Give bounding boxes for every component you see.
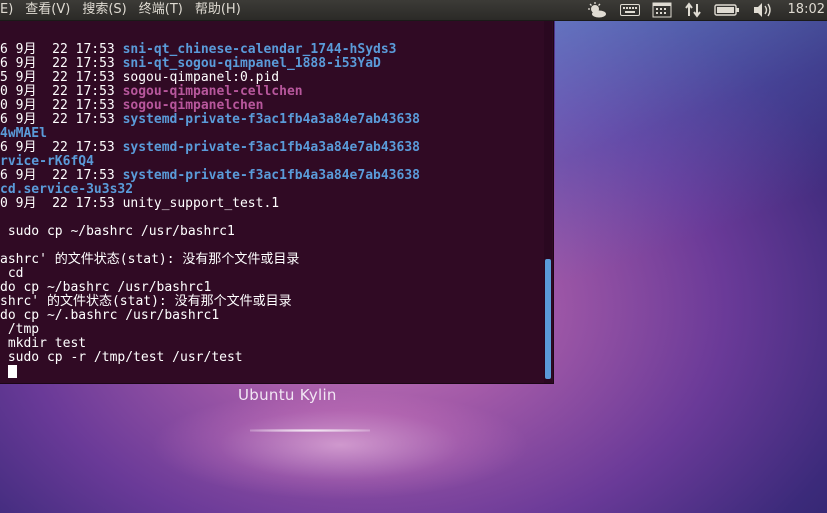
terminal-text: 6 9月 22 17:53: [0, 140, 123, 155]
battery-icon[interactable]: [713, 3, 740, 17]
terminal-line: 0 9月 22 17:53 unity_support_test.1: [0, 197, 542, 211]
terminal-line: do cp ~/.bashrc /usr/bashrc1: [0, 309, 542, 323]
terminal-text: 5 9月 22 17:53 sogou-qimpanel:0.pid: [0, 70, 280, 85]
terminal-line: 0 9月 22 17:53 sogou-qimpanelchen: [0, 99, 542, 113]
volume-icon[interactable]: [752, 2, 774, 18]
terminal-text: sogou-qimpanelchen: [122, 98, 264, 113]
terminal-text: sogou-qimpanel-cellchen: [122, 84, 303, 99]
distro-label: Ubuntu Kylin: [238, 386, 337, 404]
terminal-text: 6 9月 22 17:53: [0, 168, 123, 183]
calendar-icon[interactable]: [652, 2, 672, 18]
terminal-line: ashrc' 的文件状态(stat): 没有那个文件或目录: [0, 253, 542, 267]
terminal-text: systemd-private-f3ac1fb4a3a84e7ab43638: [122, 112, 420, 127]
terminal-text: sni-qt_chinese-calendar_1744-hSyds3: [122, 42, 397, 57]
terminal-line: mkdir test: [0, 337, 542, 351]
wallpaper-highlight-line: [250, 429, 370, 432]
wallpaper-glow: [150, 390, 530, 500]
terminal-text: /tmp: [0, 322, 40, 337]
terminal-line: /tmp: [0, 323, 542, 337]
terminal-text: 0 9月 22 17:53 unity_support_test.1: [0, 196, 280, 211]
top-panel: E) 查看(V) 搜索(S) 终端(T) 帮助(H) 18:02: [0, 0, 827, 21]
indicator-area: 18:02: [580, 0, 827, 20]
terminal-text: systemd-private-f3ac1fb4a3a84e7ab43638: [122, 140, 420, 155]
terminal-cursor: [8, 365, 17, 378]
terminal-text: 6 9月 22 17:53: [0, 42, 123, 57]
terminal-text: rvice-rK6fQ4: [0, 154, 94, 169]
menu-edit[interactable]: E): [0, 0, 19, 20]
clock[interactable]: 18:02: [788, 0, 825, 20]
keyboard-icon[interactable]: [619, 3, 640, 17]
terminal-line: 6 9月 22 17:53 systemd-private-f3ac1fb4a3…: [0, 169, 542, 183]
network-icon[interactable]: [684, 2, 702, 18]
terminal-text: sni-qt_sogou-qimpanel_1888-i53YaD: [122, 56, 381, 71]
weather-icon[interactable]: [586, 2, 608, 18]
terminal-output[interactable]: 6 9月 22 17:53 sni-qt_chinese-calendar_17…: [0, 43, 542, 379]
terminal-line: 4wMAEl: [0, 127, 542, 141]
terminal-text: 4wMAEl: [0, 126, 47, 141]
terminal-text: cd.service-3u3s32: [0, 182, 134, 197]
terminal-text: 0 9月 22 17:53: [0, 84, 123, 99]
menu-terminal[interactable]: 终端(T): [139, 0, 189, 20]
terminal-text: 6 9月 22 17:53: [0, 56, 123, 71]
terminal-line: sudo cp -r /tmp/test /usr/test: [0, 351, 542, 365]
terminal-line: rvice-rK6fQ4: [0, 155, 542, 169]
terminal-text: shrc' 的文件状态(stat): 没有那个文件或目录: [0, 294, 292, 309]
terminal-line: 5 9月 22 17:53 sogou-qimpanel:0.pid: [0, 71, 542, 85]
menu-view[interactable]: 查看(V): [25, 0, 76, 20]
terminal-text: 6 9月 22 17:53: [0, 112, 123, 127]
terminal-window[interactable]: 6 9月 22 17:53 sni-qt_chinese-calendar_17…: [0, 21, 554, 384]
menu-help[interactable]: 帮助(H): [195, 0, 247, 20]
terminal-prompt-line[interactable]: [0, 365, 542, 379]
terminal-text: 0 9月 22 17:53: [0, 98, 123, 113]
terminal-scrollbar[interactable]: [544, 21, 552, 383]
terminal-text: mkdir test: [0, 336, 87, 351]
wallpaper-light-ray: [555, 20, 827, 280]
terminal-text: do cp ~/.bashrc /usr/bashrc1: [0, 308, 220, 323]
terminal-line: cd.service-3u3s32: [0, 183, 542, 197]
terminal-text: sudo cp ~/bashrc /usr/bashrc1: [0, 224, 235, 239]
menu-search[interactable]: 搜索(S): [82, 0, 132, 20]
terminal-line: cd: [0, 267, 542, 281]
terminal-line: 6 9月 22 17:53 systemd-private-f3ac1fb4a3…: [0, 141, 542, 155]
scrollbar-thumb[interactable]: [545, 259, 551, 379]
terminal-text: systemd-private-f3ac1fb4a3a84e7ab43638: [122, 168, 420, 183]
menu-bar: E) 查看(V) 搜索(S) 终端(T) 帮助(H): [0, 0, 553, 20]
terminal-line: sudo cp ~/bashrc /usr/bashrc1: [0, 225, 542, 239]
terminal-text: sudo cp -r /tmp/test /usr/test: [0, 350, 243, 365]
terminal-line: 6 9月 22 17:53 systemd-private-f3ac1fb4a3…: [0, 113, 542, 127]
terminal-text: ashrc' 的文件状态(stat): 没有那个文件或目录: [0, 252, 300, 267]
terminal-line: shrc' 的文件状态(stat): 没有那个文件或目录: [0, 295, 542, 309]
terminal-line: 0 9月 22 17:53 sogou-qimpanel-cellchen: [0, 85, 542, 99]
terminal-text: do cp ~/bashrc /usr/bashrc1: [0, 280, 212, 295]
terminal-text: cd: [0, 266, 24, 281]
terminal-line: 6 9月 22 17:53 sni-qt_sogou-qimpanel_1888…: [0, 57, 542, 71]
terminal-line: 6 9月 22 17:53 sni-qt_chinese-calendar_17…: [0, 43, 542, 57]
terminal-line: do cp ~/bashrc /usr/bashrc1: [0, 281, 542, 295]
